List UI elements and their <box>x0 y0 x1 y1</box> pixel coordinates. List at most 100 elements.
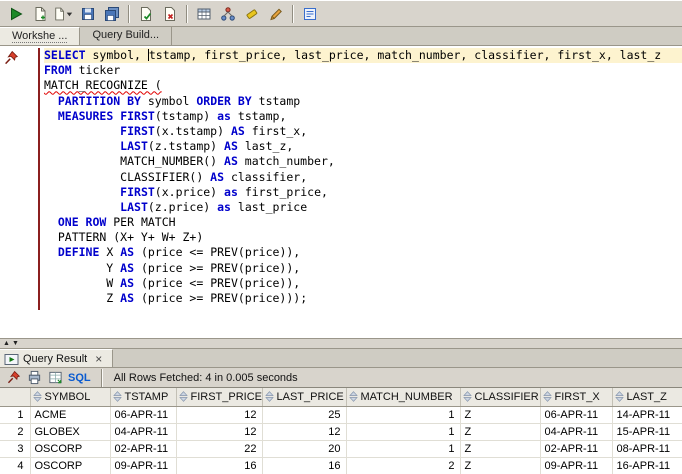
column-header-classifier[interactable]: CLASSIFIER <box>460 388 541 407</box>
cell-last_price[interactable]: 25 <box>262 406 347 424</box>
cell-first_x[interactable]: 06-APR-11 <box>540 406 613 424</box>
cell-first_price[interactable]: 16 <box>176 457 263 474</box>
code-line[interactable]: Y AS (price >= PREV(price)), <box>44 261 682 276</box>
open-file-dropdown-icon[interactable] <box>52 3 75 25</box>
code-area[interactable]: SELECT symbol, tstamp, first_price, last… <box>44 48 682 338</box>
cell-symbol[interactable]: OSCORP <box>30 457 111 474</box>
code-line[interactable]: MATCH_RECOGNIZE ( <box>44 78 682 93</box>
cell-symbol[interactable]: OSCORP <box>30 440 111 458</box>
cell-tstamp[interactable]: 09-APR-11 <box>110 457 177 474</box>
clear-icon[interactable] <box>240 3 263 25</box>
sql-link[interactable]: SQL <box>68 372 91 384</box>
column-header-first_x[interactable]: FIRST_X <box>540 388 613 407</box>
column-header-label: FIRST_PRICE <box>190 390 262 403</box>
code-line[interactable]: FROM ticker <box>44 63 682 78</box>
cell-last_price[interactable]: 12 <box>262 423 347 441</box>
panel-splitter[interactable]: ▲ ▼ <box>0 338 682 349</box>
cell-first_price[interactable]: 12 <box>176 423 263 441</box>
cell-last_z[interactable]: 14-APR-11 <box>612 406 682 424</box>
cell-match_number[interactable]: 1 <box>346 406 461 424</box>
column-header-match_number[interactable]: MATCH_NUMBER <box>346 388 461 407</box>
cell-classifier[interactable]: Z <box>460 440 541 458</box>
cell-match_number[interactable]: 1 <box>346 440 461 458</box>
result-tabbar: Query Result × <box>0 349 682 368</box>
code-line[interactable]: PATTERN (X+ Y+ W+ Z+) <box>44 230 682 245</box>
cell-classifier[interactable]: Z <box>460 457 541 474</box>
cell-tstamp[interactable]: 02-APR-11 <box>110 440 177 458</box>
cell-last_price[interactable]: 20 <box>262 440 347 458</box>
query-builder-icon[interactable] <box>192 3 215 25</box>
print-icon[interactable] <box>24 369 44 387</box>
column-header-symbol[interactable]: SYMBOL <box>30 388 111 407</box>
cell-first_x[interactable]: 02-APR-11 <box>540 440 613 458</box>
cell-last_z[interactable]: 16-APR-11 <box>612 457 682 474</box>
code-line[interactable]: W AS (price <= PREV(price)), <box>44 276 682 291</box>
rollback-icon[interactable] <box>158 3 181 25</box>
explain-plan-icon[interactable] <box>216 3 239 25</box>
code-line[interactable]: LAST(z.price) as last_price <box>44 200 682 215</box>
collapse-up-icon[interactable]: ▲ <box>3 340 10 347</box>
cell-last_z[interactable]: 08-APR-11 <box>612 440 682 458</box>
row-number-cell[interactable]: 2 <box>0 423 31 441</box>
commit-icon[interactable] <box>134 3 157 25</box>
code-line[interactable]: ONE ROW PER MATCH <box>44 215 682 230</box>
cell-first_price[interactable]: 12 <box>176 406 263 424</box>
cell-classifier[interactable]: Z <box>460 406 541 424</box>
column-header-label: TSTAMP <box>124 390 169 403</box>
code-line[interactable]: FIRST(x.price) as first_price, <box>44 185 682 200</box>
toolbar-separator <box>292 4 294 23</box>
cell-last_z[interactable]: 15-APR-11 <box>612 423 682 441</box>
tab-worksheet-label: Workshe ... <box>12 30 68 43</box>
pushpin-icon[interactable] <box>3 50 19 69</box>
tab-query-builder[interactable]: Query Build... <box>80 27 173 45</box>
close-icon[interactable]: × <box>93 353 104 365</box>
tab-query-result[interactable]: Query Result × <box>0 349 114 367</box>
cell-match_number[interactable]: 1 <box>346 423 461 441</box>
cell-last_price[interactable]: 16 <box>262 457 347 474</box>
column-header-label: LAST_PRICE <box>276 390 344 403</box>
code-line[interactable]: CLASSIFIER() AS classifier, <box>44 170 682 185</box>
table-row: 1 ACME 06-APR-11 12 25 1 Z 06-APR-11 14-APR-11 <box>0 406 682 424</box>
snippets-icon[interactable] <box>298 3 321 25</box>
save-all-icon[interactable] <box>100 3 123 25</box>
sql-editor[interactable]: SELECT symbol, tstamp, first_price, last… <box>0 46 682 338</box>
tab-worksheet[interactable]: Workshe ... <box>0 27 81 45</box>
save-icon[interactable] <box>76 3 99 25</box>
row-number-cell[interactable]: 1 <box>0 406 31 424</box>
sort-icon <box>32 391 42 403</box>
cell-tstamp[interactable]: 04-APR-11 <box>110 423 177 441</box>
new-file-icon[interactable] <box>28 3 51 25</box>
cell-symbol[interactable]: GLOBEX <box>30 423 111 441</box>
code-line[interactable]: SELECT symbol, tstamp, first_price, last… <box>44 48 682 64</box>
cell-first_x[interactable]: 04-APR-11 <box>540 423 613 441</box>
cell-symbol[interactable]: ACME <box>30 406 111 424</box>
code-line[interactable]: MATCH_NUMBER() AS match_number, <box>44 154 682 169</box>
column-header-last_z[interactable]: LAST_Z <box>612 388 682 407</box>
run-statement-icon[interactable] <box>4 3 27 25</box>
column-header-label: CLASSIFIER <box>474 390 539 403</box>
row-number-cell[interactable]: 3 <box>0 440 31 458</box>
code-line[interactable]: LAST(z.tstamp) AS last_z, <box>44 139 682 154</box>
code-line[interactable]: PARTITION BY symbol ORDER BY tstamp <box>44 94 682 109</box>
code-line[interactable]: Z AS (price >= PREV(price))); <box>44 291 682 306</box>
row-number-cell[interactable]: 4 <box>0 457 31 474</box>
cell-first_price[interactable]: 22 <box>176 440 263 458</box>
code-line[interactable]: DEFINE X AS (price <= PREV(price)), <box>44 245 682 260</box>
format-icon[interactable] <box>264 3 287 25</box>
pin-icon[interactable] <box>3 369 23 387</box>
cell-classifier[interactable]: Z <box>460 423 541 441</box>
cell-tstamp[interactable]: 06-APR-11 <box>110 406 177 424</box>
sql-worksheet-window: Workshe ... Query Build... SELECT symbol… <box>0 0 682 474</box>
sort-icon <box>462 391 472 403</box>
fetch-icon[interactable] <box>45 369 65 387</box>
collapse-down-icon[interactable]: ▼ <box>12 340 19 347</box>
column-header-tstamp[interactable]: TSTAMP <box>110 388 177 407</box>
column-header-first_price[interactable]: FIRST_PRICE <box>176 388 263 407</box>
code-line[interactable]: MEASURES FIRST(tstamp) as tstamp, <box>44 109 682 124</box>
cell-first_x[interactable]: 09-APR-11 <box>540 457 613 474</box>
code-line[interactable]: FIRST(x.tstamp) AS first_x, <box>44 124 682 139</box>
cell-match_number[interactable]: 2 <box>346 457 461 474</box>
column-header-last_price[interactable]: LAST_PRICE <box>262 388 347 407</box>
toolbar-separator <box>100 368 103 387</box>
sort-icon <box>348 391 358 403</box>
